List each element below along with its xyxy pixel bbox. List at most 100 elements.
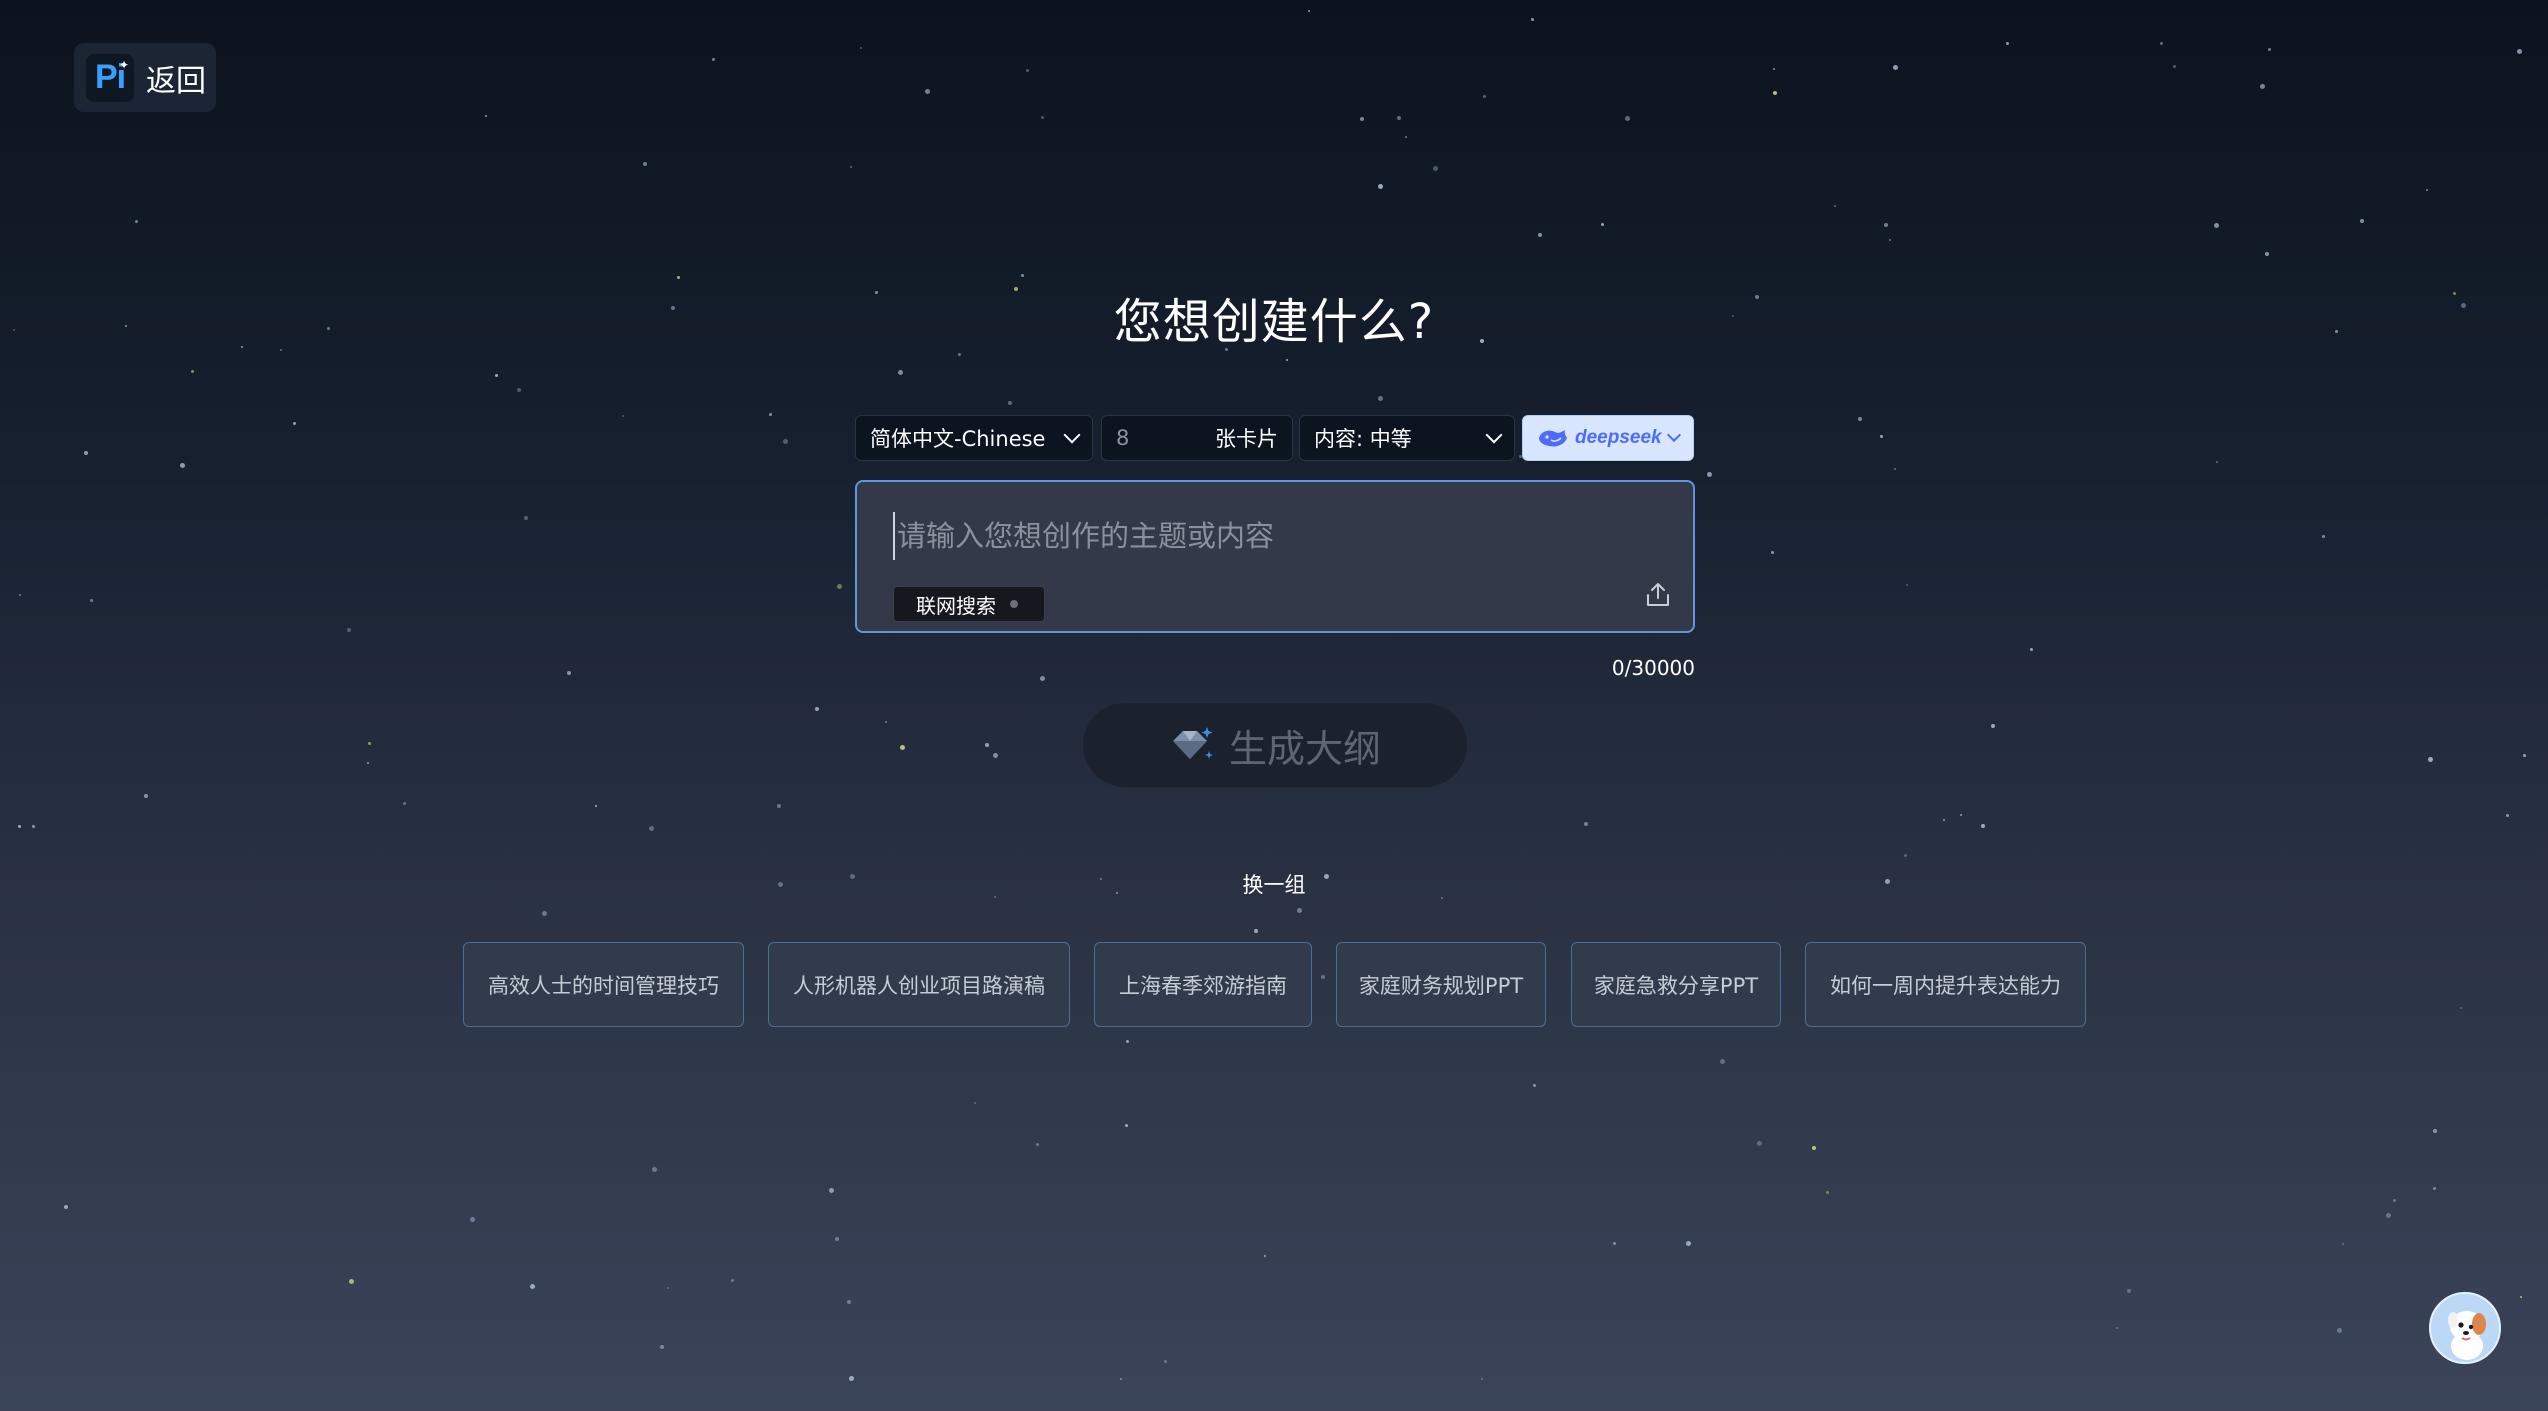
- model-select[interactable]: deepseek: [1522, 415, 1694, 461]
- star-dot: [622, 415, 624, 417]
- star-dot: [958, 353, 961, 356]
- star-dot: [1584, 822, 1588, 826]
- star-dot: [191, 370, 194, 373]
- star-dot: [1686, 1241, 1691, 1246]
- star-dot: [495, 374, 498, 377]
- star-dot: [64, 1205, 68, 1209]
- star-dot: [1041, 116, 1044, 119]
- suggestion-list: 高效人士的时间管理技巧 人形机器人创业项目路演稿 上海春季郊游指南 家庭财务规划…: [0, 942, 2548, 1027]
- refresh-suggestions-button[interactable]: 换一组: [1243, 873, 1306, 897]
- star-dot: [470, 1217, 475, 1222]
- star-dot: [652, 1167, 657, 1172]
- star-dot: [524, 516, 528, 520]
- star-dot: [403, 802, 406, 805]
- page-title: 您想创建什么?: [1113, 294, 1435, 350]
- deepseek-whale-icon: [1539, 430, 1567, 447]
- star-dot: [835, 1237, 839, 1241]
- star-dot: [667, 1287, 669, 1289]
- star-dot: [367, 762, 369, 764]
- star-dot: [2006, 42, 2009, 45]
- star-dot: [2322, 535, 2325, 538]
- suggestion-chip[interactable]: 人形机器人创业项目路演稿: [768, 942, 1070, 1027]
- star-dot: [368, 742, 371, 745]
- star-dot: [1164, 1360, 1167, 1363]
- content-level-select[interactable]: 内容: 中等: [1299, 415, 1515, 461]
- star-dot: [1126, 1040, 1129, 1043]
- star-dot: [1040, 676, 1045, 681]
- language-select[interactable]: 简体中文-Chinese: [855, 415, 1093, 461]
- star-dot: [530, 1284, 535, 1289]
- generate-outline-button[interactable]: 生成大纲: [1083, 703, 1467, 787]
- star-dot: [1894, 468, 1896, 470]
- star-dot: [860, 47, 862, 49]
- star-dot: [1286, 359, 1288, 361]
- star-dot: [2523, 754, 2526, 757]
- card-count-value[interactable]: 8: [1116, 426, 1129, 450]
- refresh-suggestions: 换一组: [0, 869, 2548, 899]
- star-dot: [1483, 95, 1486, 98]
- star-dot: [1613, 1242, 1616, 1245]
- toggle-dot-icon: [1010, 600, 1018, 608]
- star-dot: [660, 1345, 664, 1349]
- suggestion-chip[interactable]: 家庭财务规划PPT: [1336, 942, 1546, 1027]
- star-dot: [349, 1279, 354, 1284]
- card-count-field[interactable]: 8 张卡片: [1101, 415, 1293, 461]
- star-dot: [2360, 219, 2364, 223]
- back-button[interactable]: Pi ✦ 返回: [74, 43, 216, 112]
- upload-icon[interactable]: [1643, 580, 1673, 610]
- star-dot: [829, 1188, 834, 1193]
- star-dot: [2216, 461, 2218, 463]
- star-dot: [849, 1376, 854, 1381]
- sparkle-diamond-icon: [1172, 727, 1213, 759]
- star-dot: [1757, 1141, 1762, 1146]
- star-dot: [649, 826, 654, 831]
- star-dot: [18, 825, 21, 828]
- web-search-label: 联网搜索: [916, 593, 996, 618]
- star-dot: [712, 58, 715, 61]
- star-dot: [180, 463, 185, 468]
- dog-mascot-icon: [2448, 1311, 2486, 1360]
- web-search-toggle[interactable]: 联网搜索: [893, 586, 1045, 622]
- star-dot: [2433, 1187, 2436, 1190]
- star-dot: [731, 1279, 734, 1282]
- star-dot: [90, 599, 93, 602]
- star-dot: [677, 276, 680, 279]
- star-dot: [1533, 1084, 1536, 1087]
- star-dot: [2116, 1327, 2118, 1329]
- star-dot: [1360, 117, 1364, 121]
- star-dot: [135, 220, 138, 223]
- star-dot: [777, 804, 781, 808]
- suggestion-chip[interactable]: 上海春季郊游指南: [1094, 942, 1312, 1027]
- star-dot: [84, 451, 88, 455]
- topic-input[interactable]: [893, 512, 1653, 560]
- star-dot: [1943, 819, 1945, 821]
- star-dot: [1125, 1124, 1128, 1127]
- suggestion-chip[interactable]: 家庭急救分享PPT: [1571, 942, 1781, 1027]
- star-dot: [1906, 584, 1908, 586]
- star-dot: [783, 439, 788, 444]
- star-dot: [1858, 417, 1862, 421]
- star-dot: [2265, 252, 2269, 256]
- star-dot: [2506, 814, 2509, 817]
- star-dot: [2160, 42, 2163, 45]
- star-dot: [2520, 1296, 2522, 1298]
- star-dot: [1981, 824, 1985, 828]
- star-dot: [542, 911, 547, 916]
- star-dot: [2393, 1199, 2396, 1202]
- star-dot: [850, 166, 852, 168]
- assistant-mascot-button[interactable]: [2429, 1292, 2501, 1364]
- star-dot: [1538, 233, 1542, 237]
- suggestion-chip[interactable]: 如何一周内提升表达能力: [1805, 942, 2086, 1027]
- back-label: 返回: [146, 63, 206, 99]
- star-dot: [974, 1102, 976, 1104]
- suggestion-chip[interactable]: 高效人士的时间管理技巧: [463, 942, 744, 1027]
- chevron-down-icon: [1485, 426, 1503, 444]
- star-dot: [1893, 65, 1898, 70]
- star-dot: [485, 115, 487, 117]
- star-dot: [1884, 223, 1888, 227]
- star-dot: [1720, 1059, 1725, 1064]
- star-dot: [1297, 908, 1302, 913]
- star-dot: [815, 707, 819, 711]
- star-dot: [1991, 724, 1995, 728]
- star-dot: [144, 794, 148, 798]
